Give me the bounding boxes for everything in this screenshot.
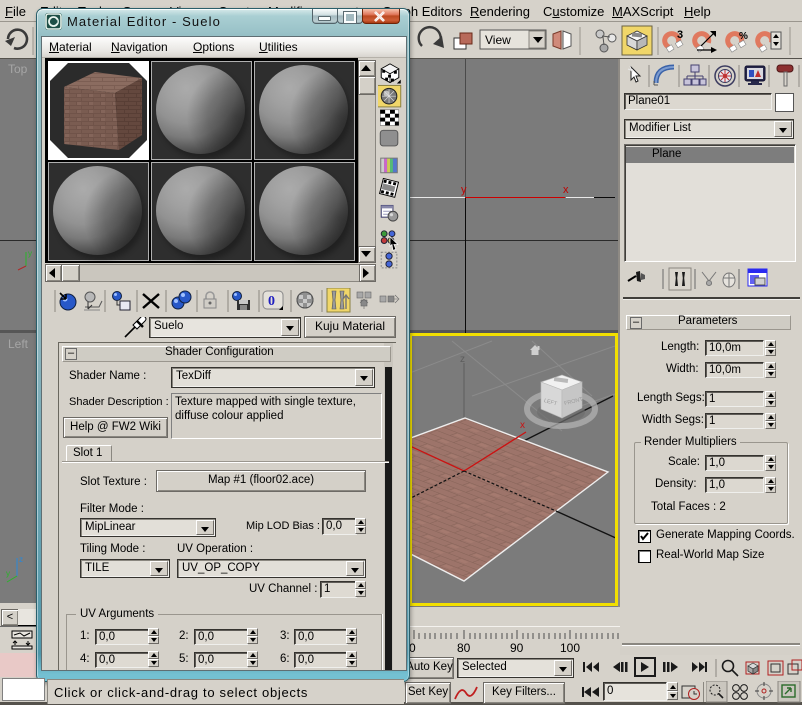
svg-text:View: View (485, 33, 511, 47)
svg-text:0: 0 (409, 641, 416, 655)
svg-text:%: % (739, 31, 748, 42)
svg-text:100: 100 (560, 641, 580, 655)
svg-text:90: 90 (510, 641, 524, 655)
svg-text:80: 80 (457, 641, 471, 655)
svg-text:z: z (460, 354, 465, 365)
svg-text:z: z (19, 555, 23, 564)
svg-text:y: y (28, 249, 32, 258)
svg-text:x: x (520, 420, 525, 431)
svg-text:0: 0 (268, 294, 275, 309)
svg-text:y: y (6, 569, 10, 578)
svg-text:3: 3 (677, 29, 683, 41)
